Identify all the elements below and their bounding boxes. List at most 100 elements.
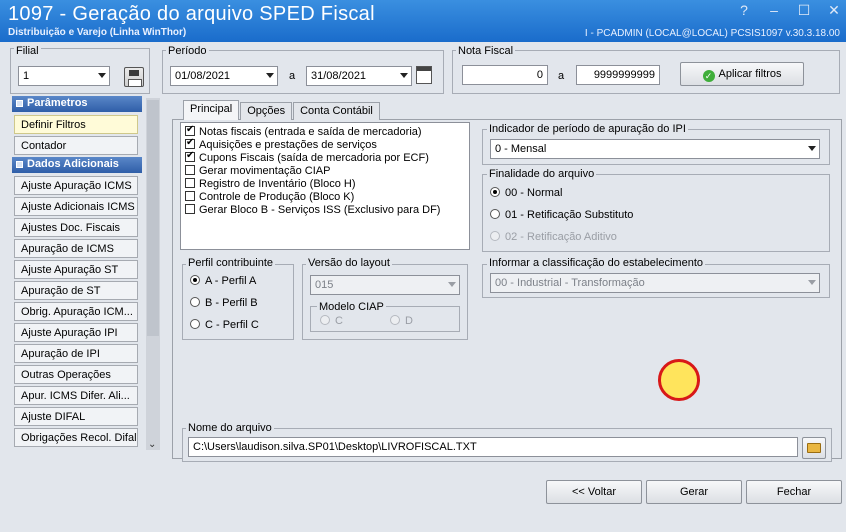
periodo-start-select[interactable]: 01/08/2021 — [170, 66, 278, 86]
sidebar-item[interactable]: Apur. ICMS Difer. Ali... — [14, 386, 138, 405]
periodo-label: Período — [166, 45, 209, 57]
periodo-end-select[interactable]: 31/08/2021 — [306, 66, 412, 86]
filial-label: Filial — [14, 45, 41, 57]
radio-perfil-c[interactable]: C - Perfil C — [190, 319, 259, 331]
minimize-icon[interactable]: – — [766, 2, 782, 19]
chevron-down-icon — [98, 73, 106, 78]
radio-finalidade-aditivo: 02 - Retificação Aditivo — [490, 231, 617, 243]
checkbox-label: Controle de Produção (Bloco K) — [199, 191, 355, 203]
tab-bar: Principal Opções Conta Contábil — [183, 100, 381, 120]
checkbox-cupons[interactable]: Cupons Fiscais (saída de mercadoria por … — [185, 150, 429, 164]
indicador-select[interactable]: 0 - Mensal — [490, 139, 820, 159]
sidebar-item[interactable]: Apuração de IPI — [14, 344, 138, 363]
checkbox-ciap[interactable]: Gerar movimentação CIAP — [185, 165, 330, 177]
user-info: I - PCADMIN (LOCAL@LOCAL) PCSIS1097 v.30… — [584, 28, 840, 39]
chevron-down-icon — [808, 280, 816, 285]
filial-value: 1 — [23, 70, 30, 82]
perfil-label: Perfil contribuinte — [186, 257, 275, 269]
save-disk-icon[interactable] — [124, 67, 144, 87]
arquivo-label: Nome do arquivo — [186, 422, 274, 434]
sidebar-item[interactable]: Ajuste Adicionais ICMS — [14, 197, 138, 216]
checkbox-label: Gerar movimentação CIAP — [199, 165, 331, 177]
checkbox-label: Aquisições e prestações de serviços — [199, 139, 377, 151]
window-controls: ? – ☐ ✕ — [736, 2, 842, 19]
close-button[interactable]: Fechar — [746, 480, 842, 504]
radio-finalidade-substituto[interactable]: 01 - Retificação Substituto — [490, 209, 633, 221]
indicador-label: Indicador de período de apuração do IPI — [487, 123, 688, 135]
nota-from-input[interactable]: 0 — [462, 65, 548, 85]
sidebar-item[interactable]: Ajuste Apuração ICMS — [14, 176, 138, 195]
folder-icon — [807, 443, 821, 453]
checkbox-inventario[interactable]: Registro de Inventário (Bloco H) — [185, 178, 356, 190]
back-button[interactable]: << Voltar — [546, 480, 642, 504]
checkbox-label: Gerar Bloco B - Serviços ISS (Exclusivo … — [199, 204, 441, 216]
checkbox-icon — [185, 124, 195, 136]
checkbox-icon — [185, 150, 195, 162]
collapse-icon — [16, 160, 23, 168]
radio-icon — [320, 315, 330, 325]
finalidade-label: Finalidade do arquivo — [487, 168, 597, 180]
checkbox-icon — [185, 165, 195, 175]
checkbox-icon — [185, 137, 195, 149]
arquivo-input[interactable]: C:\Users\laudison.silva.SP01\Desktop\LIV… — [188, 437, 798, 457]
checkbox-notas[interactable]: Notas fiscais (entrada e saída de mercad… — [185, 124, 422, 138]
main-content: Filial 1 Período 01/08/2021 a 31/08/2021… — [0, 42, 846, 532]
window-subtitle: Distribuição e Varejo (Linha WinThor) — [8, 27, 187, 38]
close-icon[interactable]: ✕ — [826, 2, 842, 19]
sidebar-item[interactable]: Ajuste DIFAL — [14, 407, 138, 426]
sidebar-item-contador[interactable]: Contador — [14, 136, 138, 155]
checkbox-aquisicoes[interactable]: Aquisições e prestações de serviços — [185, 137, 377, 151]
radio-perfil-a[interactable]: A - Perfil A — [190, 275, 256, 287]
apply-filters-button[interactable]: ✓ Aplicar filtros — [680, 62, 804, 86]
radio-label: B - Perfil B — [205, 297, 258, 309]
window-title: 1097 - Geração do arquivo SPED Fiscal — [8, 3, 375, 25]
tab-principal[interactable]: Principal — [183, 100, 240, 120]
tab-conta-contabil[interactable]: Conta Contábil — [293, 102, 380, 120]
periodo-end-value: 31/08/2021 — [311, 70, 367, 82]
radio-label: A - Perfil A — [205, 275, 257, 287]
chevron-down-icon — [400, 73, 408, 78]
maximize-icon[interactable]: ☐ — [796, 2, 812, 19]
help-icon[interactable]: ? — [736, 2, 752, 19]
radio-icon — [190, 297, 200, 307]
sidebar-section-parametros[interactable]: Parâmetros — [12, 96, 142, 112]
browse-button[interactable] — [802, 437, 826, 459]
checkbox-bloco-b[interactable]: Gerar Bloco B - Serviços ISS (Exclusivo … — [185, 204, 440, 216]
sidebar-section-dados-adicionais[interactable]: Dados Adicionais — [12, 157, 142, 173]
radio-perfil-b[interactable]: B - Perfil B — [190, 297, 258, 309]
nota-to-input[interactable]: 9999999999 — [576, 65, 660, 85]
radio-finalidade-normal[interactable]: 00 - Normal — [490, 187, 562, 199]
sidebar-item[interactable]: Ajuste Apuração IPI — [14, 323, 138, 342]
versao-value: 015 — [315, 279, 334, 291]
classificacao-label: Informar a classificação do estabelecime… — [487, 257, 705, 269]
sidebar-item[interactable]: Apuração de ST — [14, 281, 138, 300]
sidebar-item[interactable]: Ajustes Doc. Fiscais — [14, 218, 138, 237]
chevron-down-icon — [266, 73, 274, 78]
radio-ciap-c: C — [320, 315, 343, 327]
sidebar-item[interactable]: Apuração de ICMS — [14, 239, 138, 258]
filial-select[interactable]: 1 — [18, 66, 110, 86]
sidebar-item[interactable]: Obrigações Recol. Difal — [14, 428, 138, 447]
checkbox-producao[interactable]: Controle de Produção (Bloco K) — [185, 191, 354, 203]
nota-sep: a — [558, 70, 565, 82]
sidebar-item[interactable]: Ajuste Apuração ST — [14, 260, 138, 279]
chevron-down-icon — [448, 282, 456, 287]
radio-label: D — [405, 315, 413, 327]
tab-opcoes[interactable]: Opções — [240, 102, 293, 120]
radio-label: 00 - Normal — [505, 187, 563, 199]
generate-button[interactable]: Gerar — [646, 480, 742, 504]
sidebar-item[interactable]: Obrig. Apuração ICM... — [14, 302, 138, 321]
checklist: Notas fiscais (entrada e saída de mercad… — [180, 122, 470, 250]
classificacao-select: 00 - Industrial - Transformação — [490, 273, 820, 293]
title-bar: 1097 - Geração do arquivo SPED Fiscal Di… — [0, 0, 846, 42]
scroll-thumb[interactable] — [147, 100, 159, 336]
indicador-value: 0 - Mensal — [495, 143, 547, 155]
chevron-down-icon[interactable]: ⌄ — [148, 439, 156, 450]
cursor-highlight — [658, 359, 700, 401]
sidebar-item[interactable]: Outras Operações — [14, 365, 138, 384]
sidebar-scrollbar[interactable]: ⌄ — [146, 98, 160, 450]
sidebar-item-definir-filtros[interactable]: Definir Filtros — [14, 115, 138, 134]
sidebar-section-label: Parâmetros — [27, 97, 88, 109]
radio-icon — [490, 209, 500, 219]
calendar-icon[interactable] — [416, 66, 432, 84]
